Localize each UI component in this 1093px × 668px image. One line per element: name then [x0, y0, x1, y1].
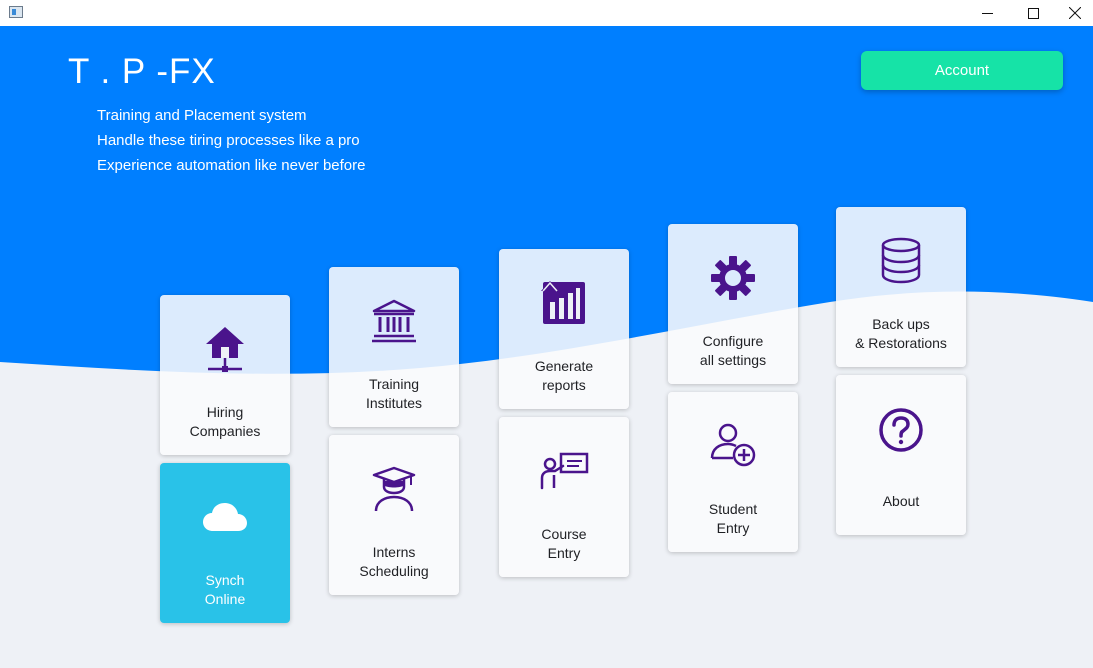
close-icon	[1069, 7, 1081, 19]
tile-label: Back ups	[872, 316, 930, 332]
maximize-button[interactable]	[1010, 0, 1056, 26]
tile-training-institutes[interactable]: Training Institutes	[329, 267, 459, 427]
tile-course-entry[interactable]: Course Entry	[499, 417, 629, 577]
tile-label: Entry	[716, 520, 750, 536]
tile-label: all settings	[699, 352, 767, 368]
database-icon	[881, 237, 921, 284]
tile-label: Institutes	[365, 395, 423, 411]
tile-label: Synch	[205, 572, 245, 588]
presentation-icon	[540, 452, 589, 490]
maximize-icon	[1027, 7, 1039, 19]
tagline: Experience automation like never before	[97, 157, 366, 174]
tile-label: reports	[542, 377, 586, 393]
app-title: T . P -FX	[68, 52, 216, 91]
tile-label: & Restorations	[855, 335, 947, 351]
tile-backups-restorations[interactable]: Back ups & Restorations	[836, 207, 966, 367]
app-icon	[9, 6, 23, 18]
dashboard: T . P -FX Training and Placement system …	[0, 26, 1093, 668]
tile-interns-scheduling[interactable]: Interns Scheduling	[329, 435, 459, 595]
tile-hiring-companies[interactable]: Hiring Companies	[160, 295, 290, 455]
tagline: Training and Placement system	[97, 107, 307, 124]
tile-label: Configure	[702, 333, 764, 349]
tile-label: About	[882, 493, 920, 509]
tile-generate-reports[interactable]: Generate reports	[499, 249, 629, 409]
tile-label: Interns	[372, 544, 416, 560]
help-icon	[879, 408, 923, 452]
cloud-icon	[203, 503, 247, 531]
minimize-icon	[981, 12, 993, 14]
tile-label: Generate	[534, 358, 594, 374]
gear-icon	[711, 256, 755, 300]
tile-label: Companies	[189, 423, 261, 439]
account-button[interactable]: Account	[861, 51, 1063, 90]
report-chart-icon	[541, 281, 585, 324]
tile-synch-online[interactable]: Synch Online	[160, 463, 290, 623]
title-bar	[0, 0, 1093, 26]
add-user-icon	[710, 423, 756, 467]
home-network-icon	[206, 327, 244, 372]
minimize-button[interactable]	[964, 0, 1010, 26]
tile-label: Training	[368, 376, 420, 392]
tile-label: Online	[204, 591, 246, 607]
tagline: Handle these tiring processes like a pro	[97, 132, 360, 149]
close-button[interactable]	[1052, 0, 1093, 26]
graduate-icon	[372, 466, 416, 512]
tile-student-entry[interactable]: Student Entry	[668, 392, 798, 552]
institution-icon	[372, 299, 416, 343]
tile-about[interactable]: About	[836, 375, 966, 535]
tile-label: Hiring	[206, 404, 244, 420]
tile-label: Course	[541, 526, 587, 542]
tile-label: Student	[708, 501, 758, 517]
tile-label: Entry	[547, 545, 581, 561]
tile-configure-settings[interactable]: Configure all settings	[668, 224, 798, 384]
tile-label: Scheduling	[359, 563, 429, 579]
